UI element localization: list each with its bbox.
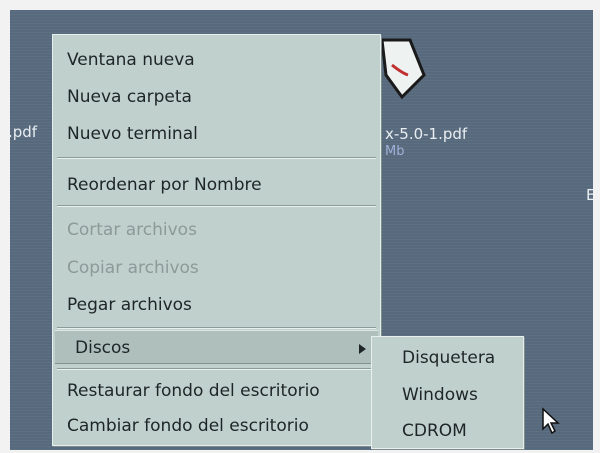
menu-item-new-window[interactable]: Ventana nueva <box>67 43 195 77</box>
menu-item-copy-files[interactable]: Copiar archivos <box>67 251 199 285</box>
mouse-pointer-icon <box>542 407 560 435</box>
menu-item-change-background[interactable]: Cambiar fondo del escritorio <box>67 409 309 443</box>
menu-separator <box>57 327 376 329</box>
submenu-item-floppy[interactable]: Disquetera <box>402 342 495 374</box>
menu-separator <box>57 157 376 159</box>
disks-submenu: Disquetera Windows CDROM <box>371 336 524 449</box>
menu-item-disks[interactable]: Discos <box>55 330 378 364</box>
submenu-arrow-icon <box>359 344 366 354</box>
submenu-item-cdrom[interactable]: CDROM <box>402 415 467 447</box>
submenu-item-windows[interactable]: Windows <box>402 379 478 411</box>
menu-item-new-terminal[interactable]: Nuevo terminal <box>67 117 198 151</box>
pdf-file-icon[interactable] <box>372 35 432 105</box>
menu-separator <box>57 205 376 207</box>
desktop-file-size: Mb <box>385 144 405 159</box>
menu-item-restore-background[interactable]: Restaurar fondo del escritorio <box>67 374 320 408</box>
desktop-context-menu: Ventana nueva Nueva carpeta Nuevo termin… <box>52 34 381 446</box>
menu-item-disks-label: Discos <box>75 338 131 358</box>
menu-item-sort-by-name[interactable]: Reordenar por Nombre <box>67 168 262 202</box>
menu-item-paste-files[interactable]: Pegar archivos <box>67 288 192 322</box>
desktop-file-label-right[interactable]: x-5.0-1.pdf <box>385 125 467 143</box>
desktop-edge-label: E <box>586 186 593 204</box>
menu-item-cut-files[interactable]: Cortar archivos <box>67 213 197 247</box>
desktop-file-label-left[interactable]: .pdf <box>10 123 37 141</box>
menu-item-new-folder[interactable]: Nueva carpeta <box>67 80 192 114</box>
menu-separator <box>57 368 376 370</box>
